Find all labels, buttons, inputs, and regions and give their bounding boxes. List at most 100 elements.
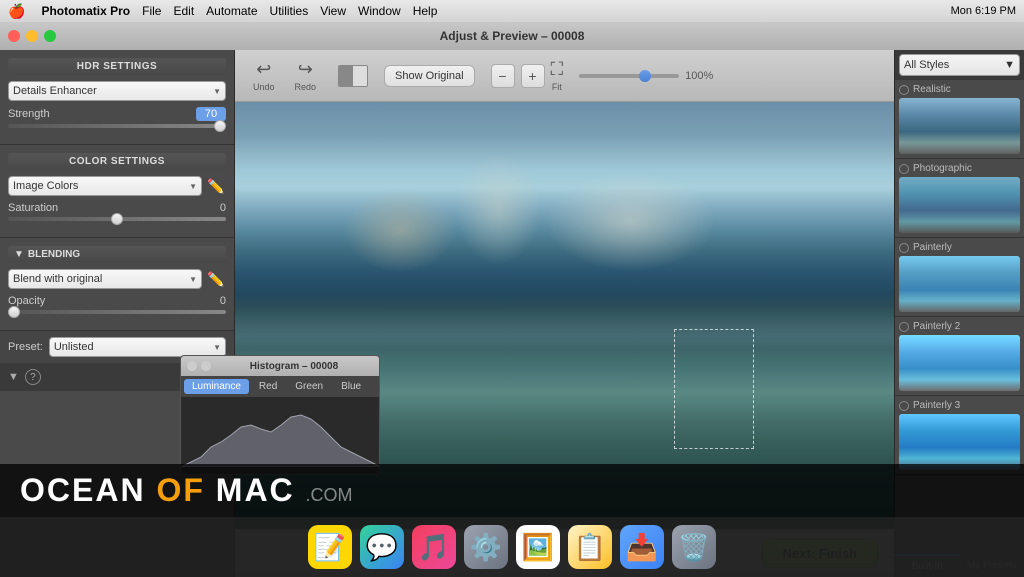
title-bar: Adjust & Preview – 00008 <box>0 22 1024 50</box>
style-name-photographic: Photographic <box>913 163 972 174</box>
color-settings-section: COLOR SETTINGS Image Colors ▼ ✏️ Saturat… <box>0 145 234 238</box>
hist-tab-blue[interactable]: Blue <box>333 379 369 394</box>
hist-minimize[interactable] <box>201 361 211 371</box>
blending-title: BLENDING <box>28 249 80 260</box>
menu-file[interactable]: File <box>142 4 161 18</box>
styles-dropdown-arrow: ▼ <box>1004 59 1015 71</box>
menu-help[interactable]: Help <box>413 4 438 18</box>
opacity-slider[interactable] <box>8 310 226 314</box>
watermark-text: OCEAN OF MAC .COM <box>20 472 1004 509</box>
watermark: OCEAN OF MAC .COM <box>0 464 1024 517</box>
undo-button[interactable]: ↩ Undo <box>247 55 281 96</box>
collapse-icon[interactable]: ▼ <box>8 371 19 383</box>
watermark-ocean: OCEAN <box>20 472 146 508</box>
saturation-label: Saturation <box>8 202 58 214</box>
hdr-settings-section: HDR SETTINGS Details Enhancer ▼ Strength… <box>0 50 234 145</box>
menu-utilities[interactable]: Utilities <box>270 4 309 18</box>
help-button[interactable]: ? <box>25 369 41 385</box>
before-after-toggle[interactable] <box>338 65 368 87</box>
dock-item-airdrop[interactable]: 📥 <box>620 525 664 569</box>
redo-icon: ↪ <box>298 59 313 80</box>
apple-menu[interactable]: 🍎 <box>8 3 25 20</box>
saturation-thumb[interactable] <box>111 213 123 225</box>
preset-label: Preset: <box>8 341 43 353</box>
style-radio-realistic <box>899 85 909 95</box>
hist-tab-red[interactable]: Red <box>251 379 285 394</box>
preset-dropdown[interactable]: Unlisted ▼ <box>49 337 226 357</box>
style-name-painterly3: Painterly 3 <box>913 400 960 411</box>
dock-item-photos[interactable]: 🖼️ <box>516 525 560 569</box>
saturation-value: 0 <box>220 202 226 214</box>
minimize-button[interactable] <box>26 30 38 42</box>
strength-thumb[interactable] <box>214 120 226 132</box>
strength-label: Strength <box>8 108 50 120</box>
fit-label: Fit <box>552 82 562 92</box>
style-item-painterly[interactable]: Painterly <box>895 238 1024 317</box>
color-method-row: Image Colors ▼ ✏️ <box>8 176 226 196</box>
color-eyedropper-icon[interactable]: ✏️ <box>206 176 226 196</box>
traffic-lights <box>8 30 56 42</box>
style-thumb-realistic <box>899 98 1020 154</box>
hist-close[interactable] <box>187 361 197 371</box>
style-name-painterly: Painterly <box>913 242 952 253</box>
dock-item-music[interactable]: 🎵 <box>412 525 456 569</box>
style-thumb-painterly <box>899 256 1020 312</box>
style-radio-painterly <box>899 243 909 253</box>
hist-tab-green[interactable]: Green <box>287 379 331 394</box>
hdr-method-dropdown[interactable]: Details Enhancer ▼ <box>8 81 226 101</box>
style-name-realistic: Realistic <box>913 84 951 95</box>
selection-box[interactable] <box>674 329 754 449</box>
histogram-chart <box>181 397 379 467</box>
zoom-in-button[interactable]: + <box>521 64 545 88</box>
menu-bar: 🍎 Photomatix Pro File Edit Automate Util… <box>0 0 1024 22</box>
app-name[interactable]: Photomatix Pro <box>41 4 130 18</box>
styles-dropdown[interactable]: All Styles ▼ <box>899 54 1020 76</box>
blending-section: ▼ BLENDING Blend with original ▼ ✏️ Opac… <box>0 238 234 331</box>
dock-item-notes[interactable]: 📝 <box>308 525 352 569</box>
maximize-button[interactable] <box>44 30 56 42</box>
zoom-percent: 100% <box>685 70 713 82</box>
watermark-sub: .COM <box>306 485 353 505</box>
zoom-thumb[interactable] <box>639 70 651 82</box>
hist-tab-luminance[interactable]: Luminance <box>184 379 249 394</box>
preset-value: Unlisted <box>54 341 94 353</box>
style-thumb-painterly2 <box>899 335 1020 391</box>
style-radio-photographic <box>899 164 909 174</box>
close-button[interactable] <box>8 30 20 42</box>
color-settings-header: COLOR SETTINGS <box>8 153 226 170</box>
dock-item-trash[interactable]: 🗑️ <box>672 525 716 569</box>
style-item-painterly2[interactable]: Painterly 2 <box>895 317 1024 396</box>
color-method-dropdown[interactable]: Image Colors ▼ <box>8 176 202 196</box>
strength-slider[interactable] <box>8 124 226 128</box>
style-thumb-photographic <box>899 177 1020 233</box>
style-item-realistic[interactable]: Realistic <box>895 80 1024 159</box>
show-original-button[interactable]: Show Original <box>384 65 474 87</box>
saturation-slider[interactable] <box>8 217 226 221</box>
menu-edit[interactable]: Edit <box>173 4 194 18</box>
opacity-thumb[interactable] <box>8 306 20 318</box>
zoom-slider[interactable] <box>579 74 679 78</box>
menu-view[interactable]: View <box>320 4 346 18</box>
dock-item-system-preferences[interactable]: ⚙️ <box>464 525 508 569</box>
dock-item-messages[interactable]: 💬 <box>360 525 404 569</box>
style-radio-painterly3 <box>899 401 909 411</box>
fit-icon: ⛶ <box>551 59 564 80</box>
style-item-photographic[interactable]: Photographic <box>895 159 1024 238</box>
blending-header: ▼ BLENDING <box>8 246 226 263</box>
menu-bar-time: Mon 6:19 PM <box>951 5 1016 17</box>
dock-item-notes2[interactable]: 📋 <box>568 525 612 569</box>
blend-method-dropdown[interactable]: Blend with original ▼ <box>8 269 202 289</box>
menu-automate[interactable]: Automate <box>206 4 257 18</box>
blend-icon[interactable]: ✏️ <box>206 269 226 289</box>
zoom-out-button[interactable]: − <box>491 64 515 88</box>
strength-value[interactable]: 70 <box>196 107 226 121</box>
style-thumb-painterly3 <box>899 414 1020 470</box>
redo-button[interactable]: ↪ Redo <box>289 55 323 96</box>
dock: 📝 💬 🎵 ⚙️ 🖼️ 📋 📥 🗑️ <box>0 517 1024 577</box>
opacity-value: 0 <box>220 295 226 307</box>
menu-window[interactable]: Window <box>358 4 401 18</box>
fit-button[interactable]: ⛶ Fit <box>551 59 564 92</box>
zoom-controls: − + ⛶ Fit <box>491 59 564 92</box>
blend-method-row: Blend with original ▼ ✏️ <box>8 269 226 289</box>
undo-icon: ↩ <box>256 59 271 80</box>
